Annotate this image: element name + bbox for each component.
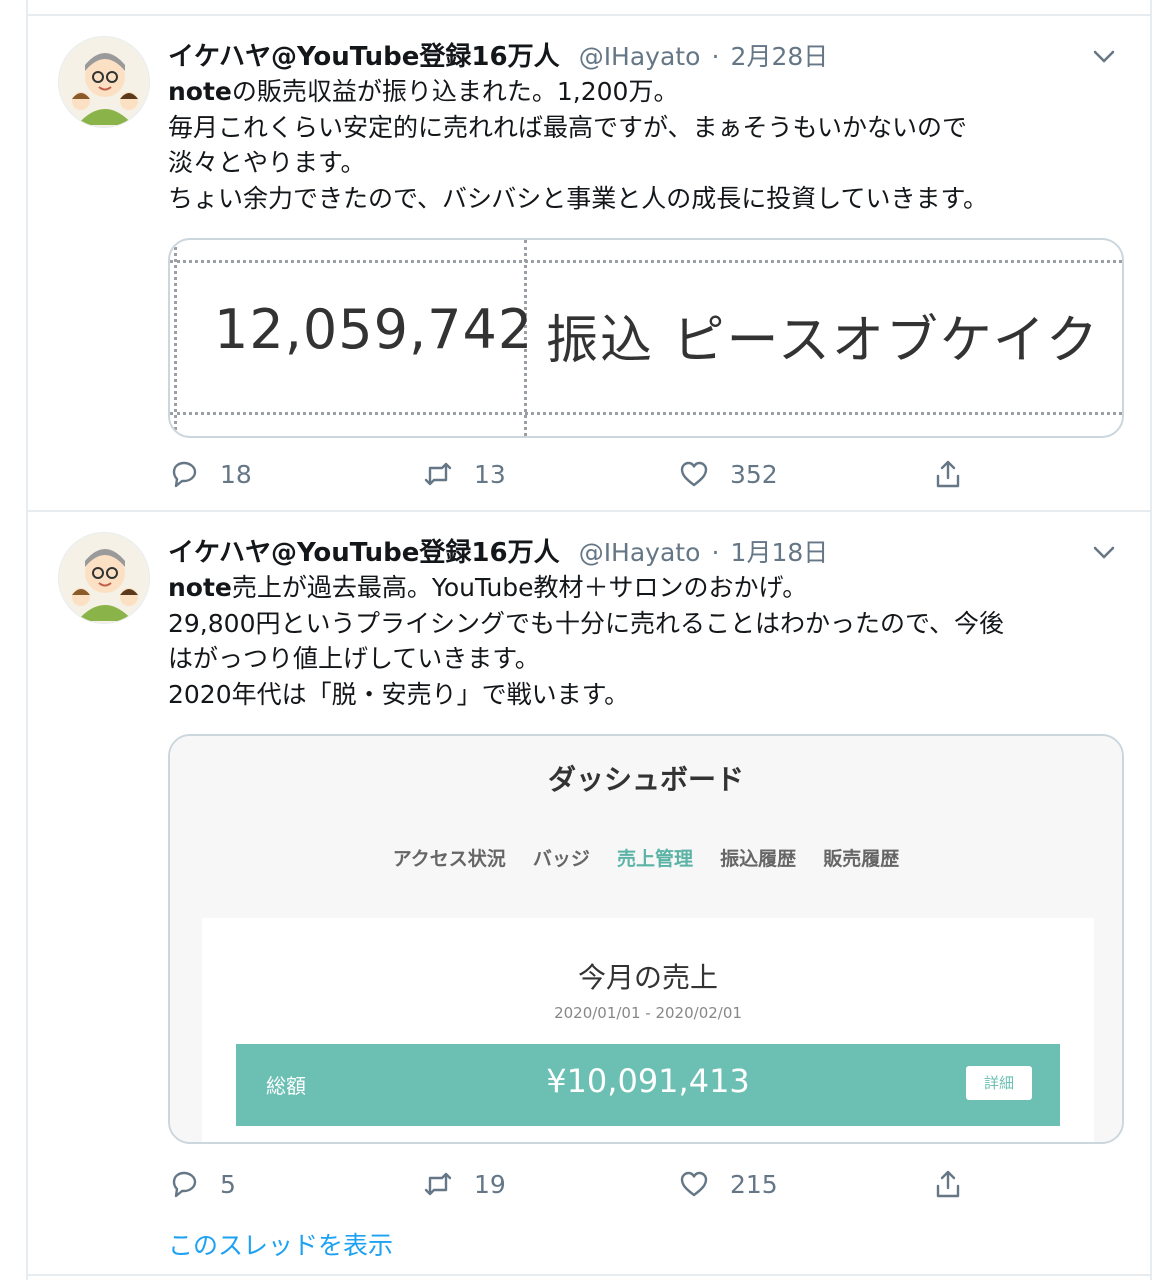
author-name[interactable]: イケハヤ@YouTube登録16万人 xyxy=(168,42,560,72)
tweet-header: イケハヤ@YouTube登録16万人 @IHayato · 2月28日 xyxy=(168,36,1130,76)
separator-dot: · xyxy=(711,538,720,567)
tweet-line: ちょい余力できたので、バシバシと事業と人の成長に投資していきます。 xyxy=(168,183,989,213)
author-handle[interactable]: @IHayato xyxy=(579,538,701,567)
dotted-rule xyxy=(170,260,1122,263)
tweet-header: イケハヤ@YouTube登録16万人 @IHayato · 1月18日 xyxy=(168,532,1130,572)
dashboard-tab: 振込履歴 xyxy=(720,848,797,870)
avatar-illustration xyxy=(59,533,149,623)
transfer-description: 振込 ピースオブケイク xyxy=(546,311,1100,371)
transfer-amount: 12,059,742 xyxy=(214,298,534,361)
tweet[interactable]: イケハヤ@YouTube登録16万人 @IHayato · 1月18日 note… xyxy=(28,532,1150,1272)
like-count: 215 xyxy=(730,1169,778,1199)
like-button[interactable]: 352 xyxy=(678,454,778,494)
retweet-count: 13 xyxy=(474,459,506,489)
reply-button[interactable]: 5 xyxy=(168,1164,236,1204)
dotted-rule xyxy=(170,412,1122,415)
heart-icon xyxy=(680,1171,708,1197)
detail-button: 詳細 xyxy=(966,1066,1032,1100)
heart-icon xyxy=(680,461,708,487)
tweet-line: noteの販売収益が振り込まれた。1,200万。 xyxy=(168,77,679,106)
tweet[interactable]: イケハヤ@YouTube登録16万人 @IHayato · 2月28日 note… xyxy=(28,36,1150,506)
reply-button[interactable]: 18 xyxy=(168,454,252,494)
dashboard-screenshot: ダッシュボード アクセス状況 バッジ 売上管理 振込履歴 販売履歴 今月の売上 … xyxy=(170,736,1122,1142)
sales-panel: 今月の売上 2020/01/01 - 2020/02/01 総額 ¥10,091… xyxy=(202,918,1094,1142)
reply-count: 18 xyxy=(220,459,252,489)
author-name[interactable]: イケハヤ@YouTube登録16万人 xyxy=(168,538,560,568)
show-thread-link[interactable]: このスレッドを表示 xyxy=(168,1226,393,1262)
tweet-line: 2020年代は「脱・安売り」で戦います。 xyxy=(168,679,630,709)
separator-dot: · xyxy=(711,42,720,71)
reply-icon xyxy=(172,1171,197,1198)
tweet-line: 29,800円というプライシングでも十分に売れることはわかったので、今後 xyxy=(168,608,1004,638)
tweet-line: note売上が過去最高。YouTube教材＋サロンのおかげ。 xyxy=(168,573,808,602)
avatar[interactable] xyxy=(58,532,150,624)
divider xyxy=(28,1274,1150,1276)
retweet-count: 19 xyxy=(474,1169,506,1199)
share-button[interactable] xyxy=(932,454,964,494)
total-amount: ¥10,091,413 xyxy=(546,1062,750,1100)
divider xyxy=(28,14,1150,16)
timeline: イケハヤ@YouTube登録16万人 @IHayato · 2月28日 note… xyxy=(26,0,1152,1280)
tweet-date[interactable]: 1月18日 xyxy=(731,538,829,567)
sales-month-label: 今月の売上 xyxy=(577,961,718,994)
tweet-line: 毎月これくらい安定的に売れれば最高ですが、まぁそうもいかないので xyxy=(168,112,968,142)
share-icon xyxy=(936,460,960,488)
dashboard-tabs: アクセス状況 バッジ 売上管理 振込履歴 販売履歴 xyxy=(170,844,1122,871)
author-handle[interactable]: @IHayato xyxy=(579,42,701,71)
share-icon xyxy=(936,1170,960,1198)
like-button[interactable]: 215 xyxy=(678,1164,778,1204)
dashboard-tab: バッジ xyxy=(532,848,590,870)
tweet-actions: 18 13 352 xyxy=(168,454,988,494)
reply-icon xyxy=(172,461,197,488)
retweet-button[interactable]: 19 xyxy=(422,1164,506,1204)
tweet-image[interactable]: ダッシュボード アクセス状況 バッジ 売上管理 振込履歴 販売履歴 今月の売上 … xyxy=(168,734,1124,1144)
retweet-icon xyxy=(424,462,452,486)
chevron-down-icon[interactable] xyxy=(1092,48,1116,66)
tweet-text: noteの販売収益が振り込まれた。1,200万。 毎月これくらい安定的に売れれば… xyxy=(168,74,1120,216)
chevron-down-icon[interactable] xyxy=(1092,544,1116,562)
dashboard-title: ダッシュボード xyxy=(547,763,744,796)
avatar-illustration xyxy=(59,37,149,127)
like-count: 352 xyxy=(730,459,778,489)
sales-date-range: 2020/01/01 - 2020/02/01 xyxy=(554,1004,742,1022)
retweet-button[interactable]: 13 xyxy=(422,454,506,494)
dashboard-tab: アクセス状況 xyxy=(392,848,506,870)
reply-count: 5 xyxy=(220,1169,236,1199)
dashboard-tab: 販売履歴 xyxy=(823,848,900,870)
tweet-text: note売上が過去最高。YouTube教材＋サロンのおかげ。 29,800円とい… xyxy=(168,570,1120,712)
tweet-image[interactable]: 12,059,742 振込 ピースオブケイク xyxy=(168,238,1124,438)
tweet-line: はがっつり値上げしていきます。 xyxy=(168,644,540,673)
tweet-date[interactable]: 2月28日 xyxy=(731,42,829,71)
tweet-actions: 5 19 215 xyxy=(168,1164,988,1204)
retweet-icon xyxy=(424,1172,452,1196)
sales-total-bar: 総額 ¥10,091,413 詳細 xyxy=(236,1044,1060,1126)
dashboard-tab-active: 売上管理 xyxy=(617,848,694,870)
share-button[interactable] xyxy=(932,1164,964,1204)
dotted-rule xyxy=(174,240,177,436)
divider xyxy=(28,510,1150,512)
tweet-line: 淡々とやります。 xyxy=(168,148,366,177)
avatar[interactable] xyxy=(58,36,150,128)
